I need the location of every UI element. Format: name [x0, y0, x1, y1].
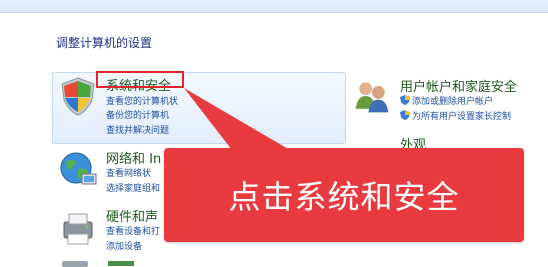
window-top-bar — [0, 0, 548, 13]
link-add-remove-accounts-label: 添加或删除用户帐户 — [412, 97, 494, 107]
category-user-accounts[interactable]: 用户帐户和家庭安全 添加或删除用户帐户 为所有用户设置家长控制 — [350, 72, 548, 132]
users-icon — [355, 82, 389, 113]
network-globe-icon — [60, 152, 97, 185]
shield-flag-icon — [61, 77, 95, 116]
link-add-device[interactable]: 添加设备 — [106, 239, 142, 252]
obscured-link-fragment — [370, 246, 540, 260]
instruction-callout: 点击系统和安全 — [164, 148, 524, 242]
callout-text: 点击系统和安全 — [228, 178, 460, 216]
category-programs-partial[interactable] — [52, 258, 252, 267]
uac-shield-icon — [400, 110, 410, 120]
category-title-hardware[interactable]: 硬件和声 — [106, 206, 158, 225]
link-parental-controls[interactable]: 为所有用户设置家长控制 — [400, 109, 511, 122]
highlight-frame — [96, 71, 184, 88]
link-view-network-status[interactable]: 查看网络状 — [106, 166, 151, 179]
programs-icon — [62, 261, 88, 267]
link-find-fix-problems[interactable]: 查找并解决问题 — [106, 123, 169, 136]
page-title: 调整计算机的设置 — [56, 36, 153, 50]
link-backup-computer[interactable]: 备份您的计算机 — [106, 108, 169, 121]
link-view-computer-status[interactable]: 查看您的计算机状 — [106, 94, 178, 107]
uac-shield-icon — [400, 95, 410, 105]
link-view-devices-printers[interactable]: 查看设备和打 — [106, 224, 160, 237]
printer-icon — [63, 213, 93, 245]
category-title-user-accounts[interactable]: 用户帐户和家庭安全 — [400, 76, 517, 95]
link-homegroup[interactable]: 选择家庭组和 — [106, 181, 160, 194]
link-parental-controls-label: 为所有用户设置家长控制 — [412, 112, 512, 122]
programs-title-fragment — [108, 261, 134, 266]
link-add-remove-accounts[interactable]: 添加或删除用户帐户 — [400, 94, 493, 107]
category-title-network[interactable]: 网络和 In — [106, 148, 161, 167]
